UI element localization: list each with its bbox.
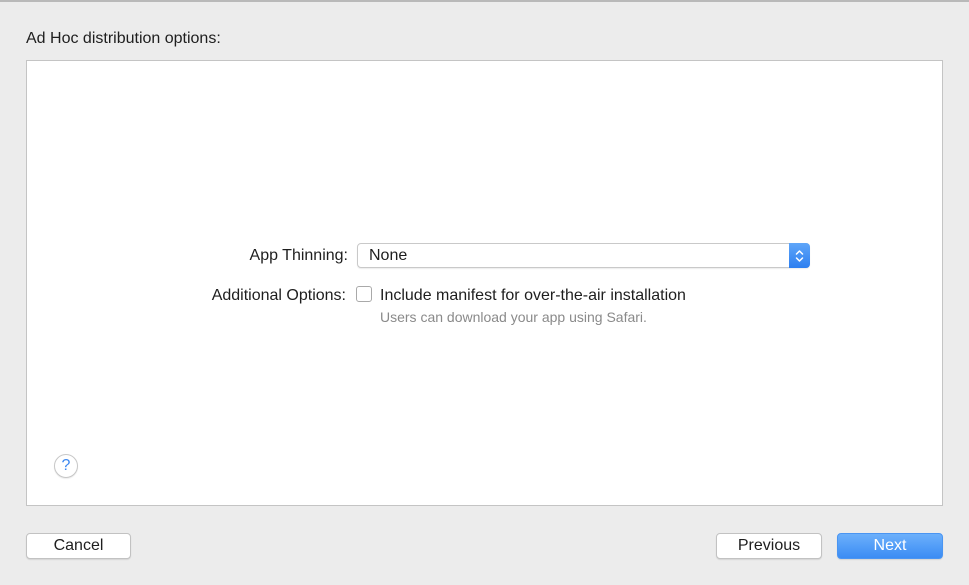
ota-manifest-checkbox-label[interactable]: Include manifest for over-the-air instal… <box>380 287 686 305</box>
ota-manifest-help-text: Users can download your app using Safari… <box>380 309 647 325</box>
app-thinning-popup[interactable]: None <box>357 243 810 268</box>
question-mark-icon: ? <box>61 457 71 474</box>
section-title: Ad Hoc distribution options: <box>26 30 221 47</box>
options-panel: App Thinning: None Additional Options: I… <box>26 60 943 506</box>
help-button[interactable]: ? <box>54 454 78 478</box>
window-top-border <box>0 0 969 2</box>
app-thinning-value: None <box>369 247 408 264</box>
ota-manifest-checkbox[interactable] <box>356 286 372 302</box>
next-button[interactable]: Next <box>837 533 943 559</box>
previous-button[interactable]: Previous <box>716 533 822 559</box>
up-down-chevron-icon <box>789 243 810 268</box>
additional-options-label: Additional Options: <box>211 287 346 304</box>
app-thinning-label: App Thinning: <box>249 247 348 264</box>
cancel-button[interactable]: Cancel <box>26 533 131 559</box>
